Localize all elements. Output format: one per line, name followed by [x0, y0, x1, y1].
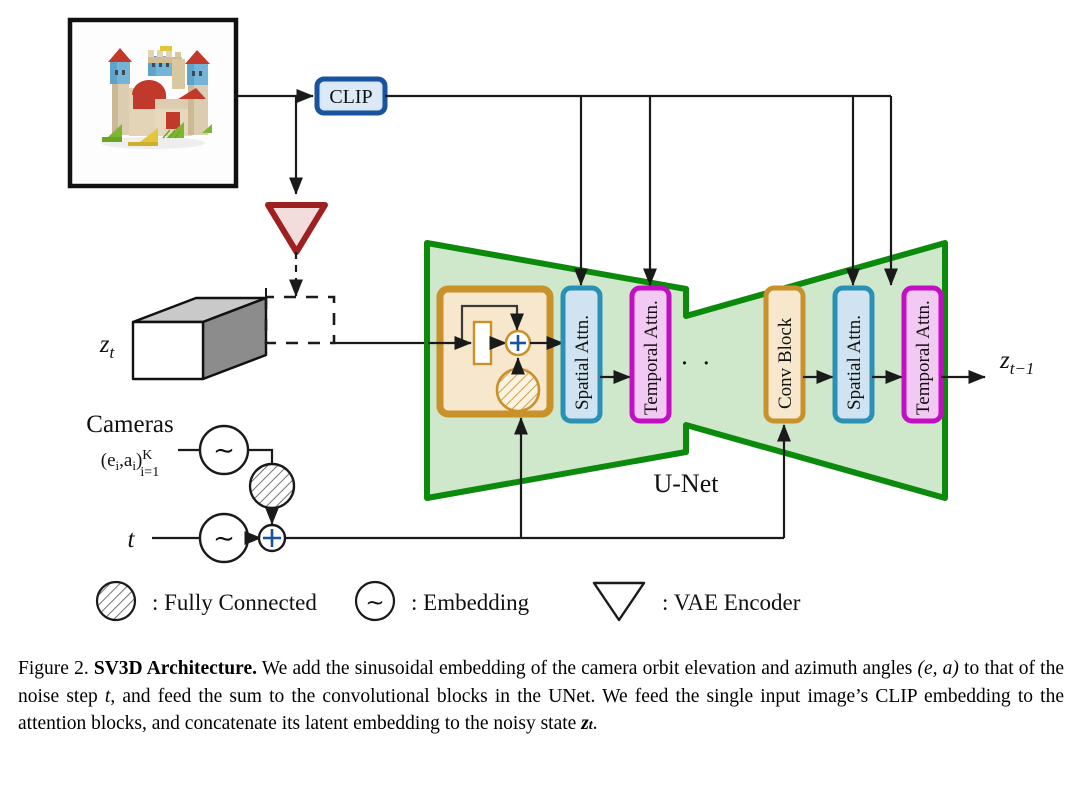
sine-glyph: ∼	[213, 524, 235, 553]
clip-box[interactable]: CLIP	[314, 76, 388, 116]
spatial-attn-right-label: Spatial Attn.	[844, 315, 865, 410]
triangle-down-icon	[592, 581, 646, 622]
svg-text:(ei,ai)Ki=1: (ei,ai)K i=1	[101, 448, 159, 480]
cameras-notation: (ei,ai)K i=1	[101, 448, 159, 480]
conv-block-right-label: Conv Block	[775, 317, 796, 409]
figure-caption: Figure 2. SV3D Architecture. We add the …	[18, 655, 1064, 740]
vae-encoder-triangle[interactable]	[265, 202, 328, 255]
timestep-embedding-node: ∼	[198, 512, 250, 564]
caption-angles: (e, a)	[917, 658, 959, 679]
legend-fully-connected-label: : Fully Connected	[152, 590, 317, 615]
spatial-attn-right[interactable]: Spatial Attn.	[832, 285, 875, 424]
latent-input-sub: t	[110, 343, 116, 362]
figure-label: Figure 2.	[18, 658, 89, 679]
caption-zt: z	[581, 713, 589, 734]
caption-end: .	[592, 713, 598, 734]
temporal-attn-right-label: Temporal Attn.	[913, 300, 934, 415]
camera-fully-connected-node	[248, 462, 296, 510]
legend-item-embedding: ∼ : Embedding	[354, 580, 530, 622]
spatial-attn-left-label: Spatial Attn.	[572, 315, 593, 410]
caption-part-3: , and feed the sum to the convolutional …	[18, 685, 1065, 735]
concat-latent-dashed-box	[264, 295, 336, 345]
input-image-frame	[67, 17, 239, 189]
legend-embedding-label: : Embedding	[411, 590, 530, 615]
temporal-attn-right[interactable]: Temporal Attn.	[901, 285, 944, 424]
conv-fully-connected-node	[495, 367, 541, 413]
conv-add-node	[504, 329, 532, 357]
clip-label: CLIP	[329, 86, 372, 108]
legend-item-fully-connected: : Fully Connected	[95, 580, 317, 622]
caption-part-1: We add the sinusoidal embedding of the c…	[256, 658, 918, 679]
sine-glyph: ∼	[213, 436, 235, 465]
conv-block-left[interactable]	[428, 285, 564, 418]
figure-title: SV3D Architecture.	[93, 658, 257, 679]
noise-step-label: t	[128, 526, 136, 553]
sine-glyph: ∼	[365, 590, 384, 615]
latent-cuboid	[131, 296, 268, 381]
latent-input-label: zt	[99, 331, 116, 362]
hatched-circle-icon	[95, 580, 137, 622]
unet-label: U-Net	[654, 469, 720, 498]
toy-block-castle-image	[74, 24, 232, 182]
camera-embedding-node: ∼	[198, 424, 250, 476]
legend: : Fully Connected ∼ : Embedding : VAE En…	[95, 580, 801, 622]
spatial-attn-left[interactable]: Spatial Attn.	[560, 285, 603, 424]
timestep-add-node	[257, 523, 287, 553]
conv-block-right[interactable]: Conv Block	[763, 285, 806, 424]
legend-vae-encoder-label: : VAE Encoder	[662, 590, 801, 615]
cameras-label: Cameras	[86, 411, 173, 438]
temporal-attn-left-label: Temporal Attn.	[641, 300, 662, 415]
legend-item-vae-encoder: : VAE Encoder	[592, 581, 801, 622]
temporal-attn-left[interactable]: Temporal Attn.	[629, 285, 672, 424]
output-label: zt−1	[999, 347, 1034, 378]
